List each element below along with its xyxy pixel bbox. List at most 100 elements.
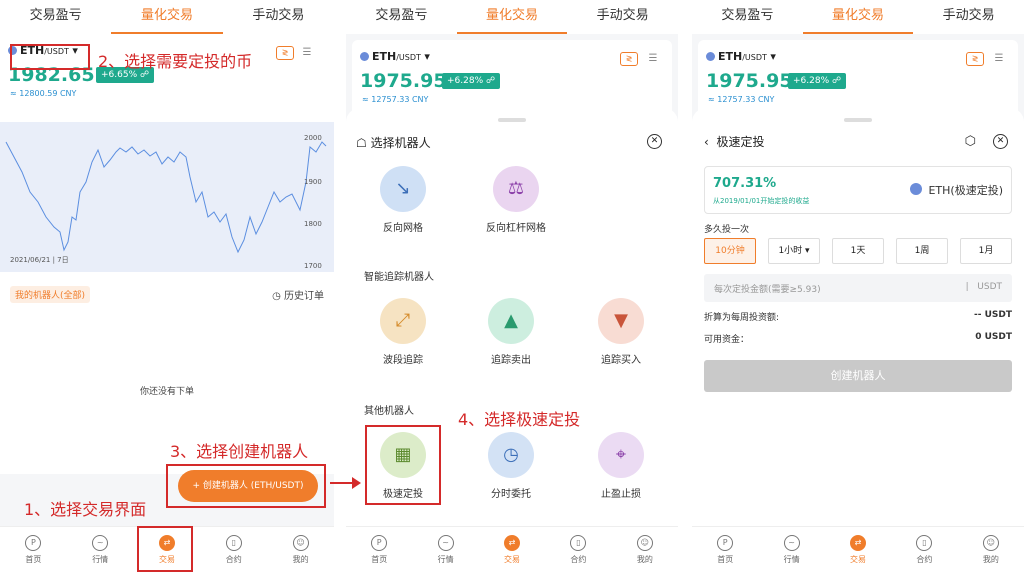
nav-contract[interactable]: ▯ 合约 [545, 527, 611, 572]
book-icon: ▯ [916, 535, 933, 551]
cny-price: ≈ 12757.33 CNY [708, 95, 775, 104]
tab-pnl[interactable]: 交易盈亏 [0, 0, 111, 34]
amount-unit: | USDT [965, 282, 1002, 292]
freq-10min[interactable]: 10分钟 [704, 238, 756, 264]
settings-icon[interactable]: ⬡ [965, 134, 976, 149]
switch-icon[interactable]: ≷ [276, 46, 294, 60]
robot-icon: ☖ [356, 136, 367, 150]
panel-fast-dca: 交易盈亏 量化交易 手动交易 ETH/USDT ▾ 1975.95 +6.28%… [692, 0, 1024, 572]
nav-mine[interactable]: ☺ 我的 [612, 527, 678, 572]
amount-input[interactable]: 每次定投金额(需要≥5.93) | USDT [704, 274, 1012, 302]
freq-1week[interactable]: 1周 [896, 238, 948, 264]
history-link[interactable]: ◷ 历史订单 [272, 287, 324, 302]
home-icon: P [25, 535, 42, 551]
price: 1975.95 [360, 70, 447, 92]
stop-icon: ⌖ [598, 432, 644, 478]
home-icon: P [717, 535, 734, 551]
market-card: ETH/USDT ▾ 1982.65 +6.65% ☍ ≈ 12800.59 C… [0, 34, 334, 502]
coin-selector[interactable]: ETH/USDT ▾ [360, 50, 430, 63]
tab-manual[interactable]: 手动交易 [223, 0, 334, 34]
grid-icon: ↘ [380, 166, 426, 212]
highlight-coin [10, 44, 90, 70]
nav-contract[interactable]: ▯ 合约 [891, 527, 957, 572]
bot-track-sell[interactable]: ▲ 追踪卖出 [476, 298, 546, 366]
section-other: 其他机器人 [364, 406, 414, 417]
bot-stop[interactable]: ⌖ 止盈止损 [586, 432, 656, 500]
tab-quant[interactable]: 量化交易 [802, 0, 914, 34]
menu-icon[interactable]: ☰ [300, 46, 314, 60]
my-bots-filter[interactable]: 我的机器人(全部) [10, 286, 91, 303]
nav-trade[interactable]: ⇄ 交易 [825, 527, 891, 572]
nav-mine[interactable]: ☺ 我的 [267, 527, 334, 572]
annotation-1: 1、选择交易界面 [24, 500, 147, 519]
rise-icon: ▲ [488, 298, 534, 344]
sheet-grip[interactable] [844, 118, 872, 122]
menu-icon[interactable]: ☰ [992, 52, 1006, 66]
dca-header: ‹ 极速定投 [704, 135, 765, 149]
tab-manual[interactable]: 手动交易 [567, 0, 678, 34]
empty-text: 你还没有下单 [139, 387, 194, 397]
nav-market[interactable]: ~ 行情 [67, 527, 134, 572]
highlight-fast-dca [365, 425, 441, 505]
create-button[interactable]: 创建机器人 [704, 360, 1012, 392]
bot-track-buy[interactable]: ▼ 追踪买入 [586, 298, 656, 366]
freq-1hour[interactable]: 1小时 ▾ [768, 238, 820, 264]
nav-home[interactable]: P 首页 [692, 527, 758, 572]
tab-quant[interactable]: 量化交易 [456, 0, 568, 34]
leverage-icon: ⚖ [493, 166, 539, 212]
tab-quant[interactable]: 量化交易 [111, 0, 223, 34]
menu-icon[interactable]: ☰ [646, 52, 660, 66]
amount-placeholder: 每次定投金额(需要≥5.93) [714, 285, 821, 295]
nav-trade[interactable]: ⇄ 交易 [479, 527, 545, 572]
yield-value: 707.31% [713, 176, 777, 191]
change-badge: +6.28% ☍ [788, 73, 847, 89]
tab-pnl[interactable]: 交易盈亏 [692, 0, 803, 34]
close-icon[interactable]: ✕ [993, 134, 1008, 149]
nav-home[interactable]: P 首页 [0, 527, 67, 572]
sheet-grip[interactable] [498, 118, 526, 122]
top-tabs: 交易盈亏 量化交易 手动交易 [692, 0, 1024, 34]
book-icon: ▯ [225, 535, 242, 551]
nav-mine[interactable]: ☺ 我的 [958, 527, 1024, 572]
nav-contract[interactable]: ▯ 合约 [200, 527, 267, 572]
user-icon: ☺ [636, 535, 653, 551]
yield-sub: 从2019/01/01开始定投的收益 [713, 197, 810, 205]
close-icon[interactable]: ✕ [647, 134, 662, 149]
nav-market[interactable]: ~ 行情 [412, 527, 478, 572]
freq-label: 多久投一次 [704, 225, 750, 235]
bot-reverse-grid[interactable]: ↘ 反向网格 [368, 166, 438, 234]
weekly-label: 折算为每周投资额: [704, 313, 780, 323]
axis-2000: 2000 [304, 134, 322, 142]
axis-1800: 1800 [304, 220, 322, 228]
bot-reverse-leverage-grid[interactable]: ⚖ 反向杠杆网格 [476, 166, 556, 234]
coin-selector[interactable]: ETH/USDT ▾ [706, 50, 776, 63]
weekly-value: -- USDT [973, 310, 1012, 320]
fall-icon: ▼ [598, 298, 644, 344]
nav-market[interactable]: ~ 行情 [758, 527, 824, 572]
clock-icon: ◷ [488, 432, 534, 478]
highlight-trade-tab [137, 526, 193, 572]
chart-date[interactable]: 2021/06/21 | 7日 [10, 256, 69, 264]
tab-manual[interactable]: 手动交易 [913, 0, 1024, 34]
axis-1700: 1700 [304, 262, 322, 270]
tab-pnl[interactable]: 交易盈亏 [346, 0, 457, 34]
price: 1975.95 [706, 70, 793, 92]
cny-price: ≈ 12800.59 CNY [10, 89, 77, 98]
back-icon[interactable]: ‹ [704, 135, 709, 149]
nav-home[interactable]: P 首页 [346, 527, 412, 572]
annotation-4: 4、选择极速定投 [458, 410, 581, 429]
bot-swing[interactable]: ⤢ 波段追踪 [368, 298, 438, 366]
switch-icon[interactable]: ≷ [966, 52, 984, 66]
bot-twap[interactable]: ◷ 分时委托 [476, 432, 546, 500]
avail-label: 可用资金： [704, 335, 750, 345]
freq-1month[interactable]: 1月 [960, 238, 1012, 264]
chart-icon: ~ [437, 535, 454, 551]
book-icon: ▯ [570, 535, 587, 551]
highlight-create [166, 464, 326, 508]
top-tabs: 交易盈亏 量化交易 手动交易 [0, 0, 334, 34]
swing-icon: ⤢ [380, 298, 426, 344]
freq-1day[interactable]: 1天 [832, 238, 884, 264]
trade-icon: ⇄ [504, 535, 521, 551]
bottom-nav: P 首页 ~ 行情 ⇄ 交易 ▯ 合约 ☺ 我的 [692, 526, 1024, 572]
switch-icon[interactable]: ≷ [620, 52, 638, 66]
